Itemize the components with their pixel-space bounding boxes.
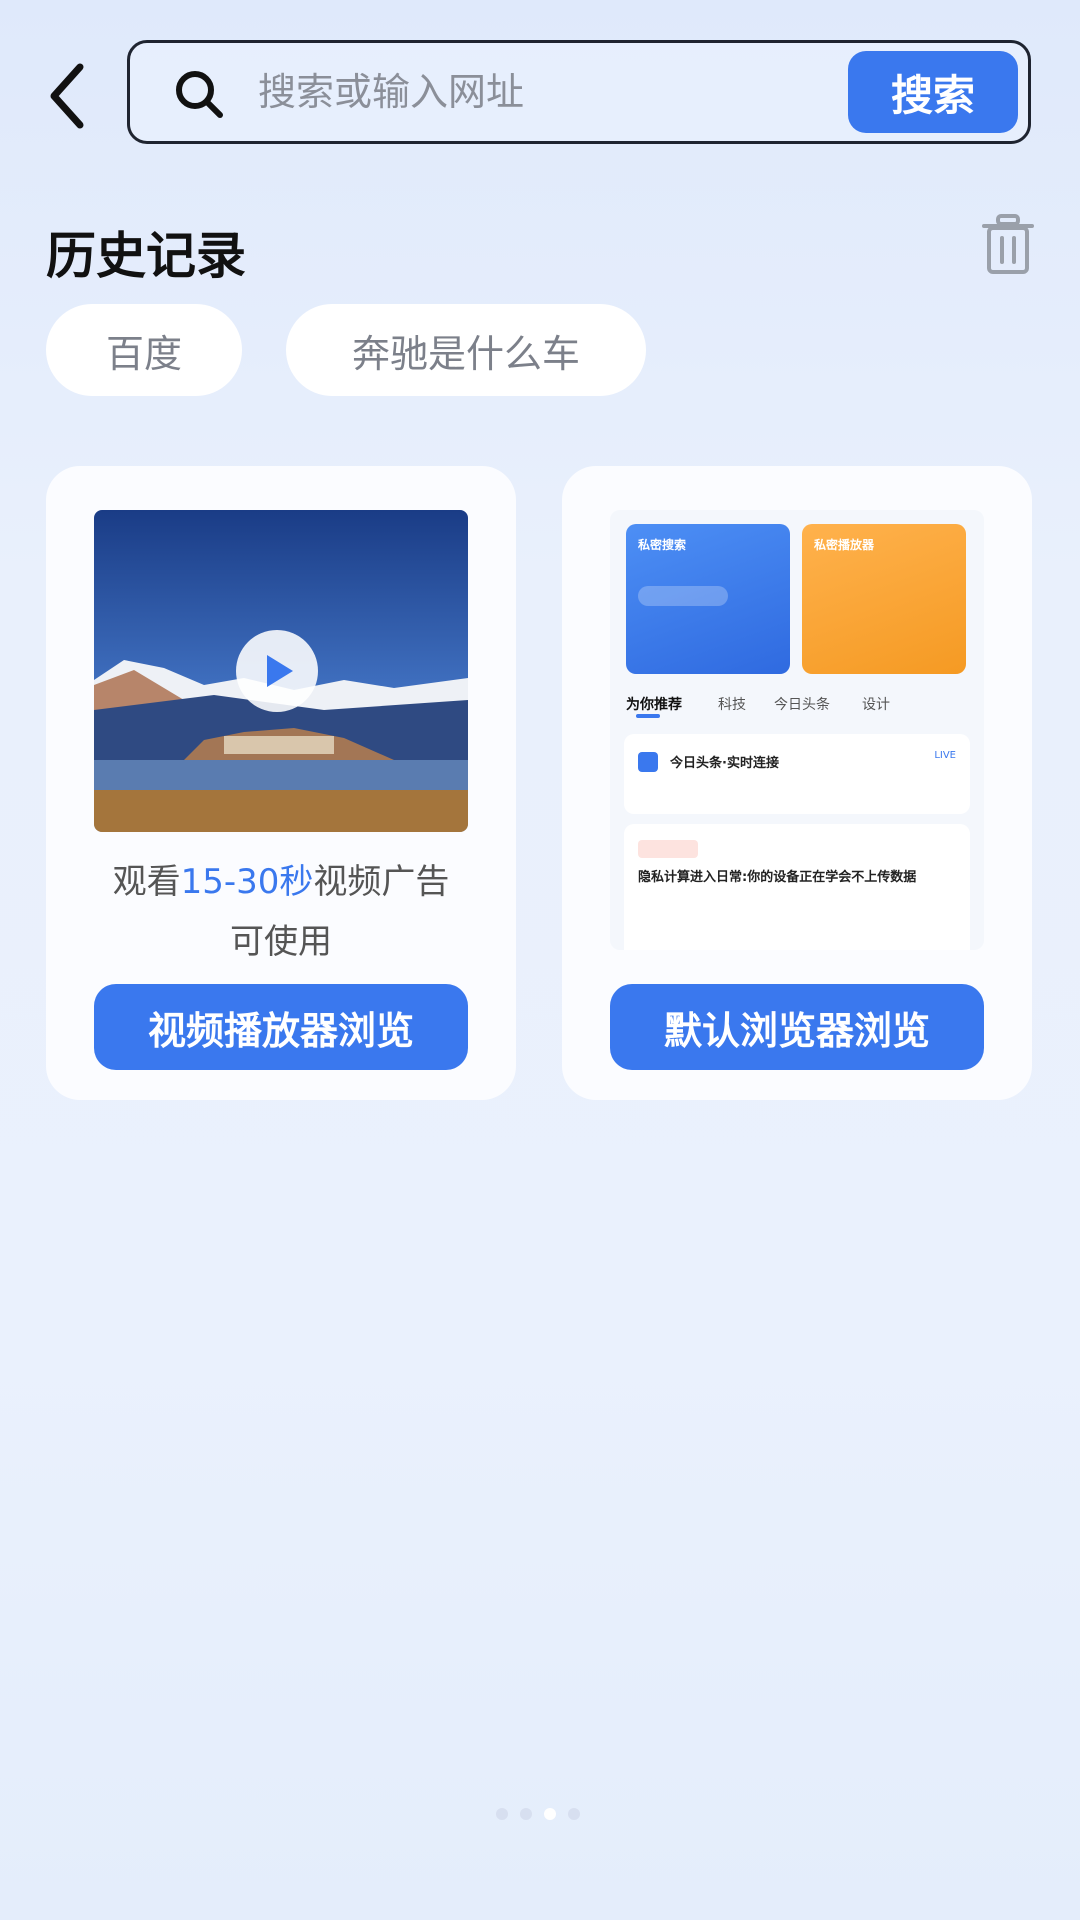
preview-tabs: 为你推荐 科技 今日头条 设计 bbox=[626, 697, 890, 713]
search-button[interactable]: 搜索 bbox=[848, 51, 1018, 133]
page-dot bbox=[496, 1808, 508, 1820]
play-button[interactable] bbox=[236, 630, 318, 712]
page-indicator bbox=[496, 1808, 586, 1822]
history-title: 历史记录 bbox=[46, 227, 246, 285]
history-chip[interactable]: 百度 bbox=[46, 304, 242, 396]
ad-description: 观看15-30秒视频广告 bbox=[112, 862, 450, 902]
default-browser-browse-button[interactable]: 默认浏览器浏览 bbox=[610, 984, 984, 1070]
ad-description-line2: 可使用 bbox=[230, 922, 332, 962]
top-bar: 搜索 bbox=[0, 0, 1080, 150]
back-button[interactable] bbox=[36, 56, 96, 136]
play-icon bbox=[267, 655, 293, 687]
ad-duration: 15-30秒 bbox=[180, 862, 314, 902]
trash-icon[interactable] bbox=[980, 214, 1036, 276]
page-dot-active bbox=[544, 1808, 556, 1820]
search-box[interactable]: 搜索 bbox=[127, 40, 1031, 144]
video-thumbnail[interactable] bbox=[94, 510, 468, 832]
search-input[interactable] bbox=[258, 57, 758, 127]
search-icon bbox=[176, 71, 223, 118]
video-player-card: 观看15-30秒视频广告 可使用 视频播放器浏览 bbox=[46, 466, 516, 1100]
preview-news-item: 隐私计算进入日常:你的设备正在学会不上传数据 bbox=[624, 824, 970, 950]
preview-news-item: 今日头条·实时连接 LIVE bbox=[624, 734, 970, 814]
page-dot bbox=[520, 1808, 532, 1820]
history-chip[interactable]: 奔驰是什么车 bbox=[286, 304, 646, 396]
preview-tile-private-search: 私密搜索 bbox=[626, 524, 790, 674]
back-arrow-icon bbox=[50, 63, 84, 129]
browser-preview: 私密搜索 私密播放器 为你推荐 科技 今日头条 设计 今日头条·实时连接 LIV… bbox=[610, 510, 984, 950]
video-player-browse-button[interactable]: 视频播放器浏览 bbox=[94, 984, 468, 1070]
default-browser-card: 私密搜索 私密播放器 为你推荐 科技 今日头条 设计 今日头条·实时连接 LIV… bbox=[562, 466, 1032, 1100]
preview-tile-private-player: 私密播放器 bbox=[802, 524, 966, 674]
page-dot bbox=[568, 1808, 580, 1820]
